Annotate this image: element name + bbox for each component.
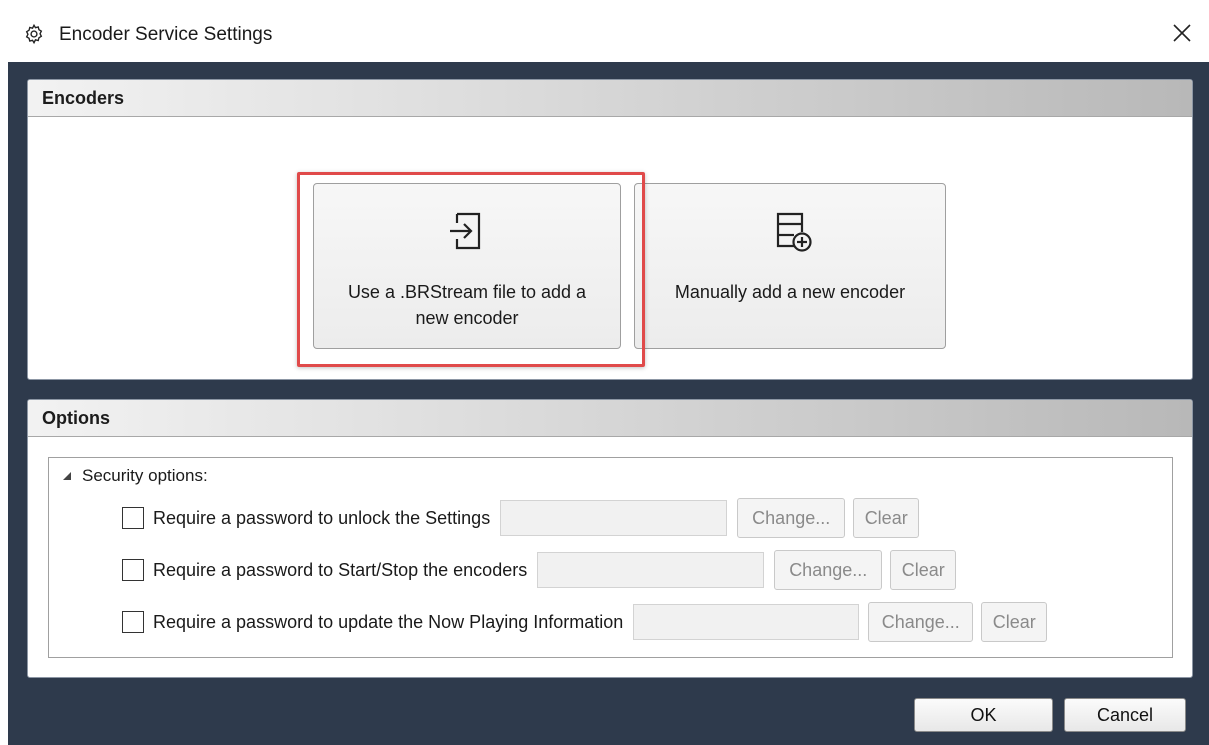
now-playing-clear-button[interactable]: Clear xyxy=(981,602,1048,642)
start-stop-checkbox[interactable] xyxy=(122,559,144,581)
option-row-now-playing: Require a password to update the Now Pla… xyxy=(122,602,1048,642)
ok-button[interactable]: OK xyxy=(914,698,1053,732)
start-stop-clear-button[interactable]: Clear xyxy=(890,550,957,590)
close-button[interactable] xyxy=(1160,13,1204,53)
options-panel: Options Security options: Require a pass… xyxy=(27,399,1193,678)
options-header: Options xyxy=(28,400,1192,437)
title-bar: Encoder Service Settings xyxy=(0,0,1209,62)
now-playing-label: Require a password to update the Now Pla… xyxy=(153,611,624,632)
option-row-start-stop: Require a password to Start/Stop the enc… xyxy=(122,550,957,590)
add-database-icon xyxy=(772,208,812,254)
manual-add-label: Manually add a new encoder xyxy=(674,282,906,302)
dialog-body: Encoders Use a .BRStream file to add a n… xyxy=(8,62,1209,745)
now-playing-change-button[interactable]: Change... xyxy=(868,602,974,642)
security-options-node[interactable]: Security options: xyxy=(62,464,208,488)
now-playing-checkbox[interactable] xyxy=(122,611,144,633)
cancel-button[interactable]: Cancel xyxy=(1064,698,1186,732)
security-options-label: Security options: xyxy=(82,466,208,485)
unlock-settings-label: Require a password to unlock the Setting… xyxy=(153,507,491,528)
unlock-settings-change-button[interactable]: Change... xyxy=(737,498,846,538)
start-stop-label: Require a password to Start/Stop the enc… xyxy=(153,559,528,580)
gear-icon xyxy=(23,23,45,45)
close-icon xyxy=(1173,24,1191,42)
manual-add-button[interactable]: Manually add a new encoder xyxy=(634,183,946,349)
import-icon xyxy=(447,208,487,254)
unlock-settings-clear-button[interactable]: Clear xyxy=(853,498,920,538)
brstream-file-button[interactable]: Use a .BRStream file to add a new encode… xyxy=(313,183,621,349)
options-tree: Security options: Require a password to … xyxy=(48,457,1173,658)
option-row-unlock-settings: Require a password to unlock the Setting… xyxy=(122,498,920,538)
encoders-panel: Encoders Use a .BRStream file to add a n… xyxy=(27,79,1193,380)
brstream-file-label: Use a .BRStream file to add a new encode… xyxy=(347,282,587,328)
collapse-triangle-icon[interactable] xyxy=(62,471,72,481)
start-stop-password-field[interactable] xyxy=(537,552,765,588)
encoders-header: Encoders xyxy=(28,80,1192,117)
start-stop-change-button[interactable]: Change... xyxy=(774,550,883,590)
unlock-settings-checkbox[interactable] xyxy=(122,507,144,529)
unlock-settings-password-field[interactable] xyxy=(500,500,728,536)
window-title: Encoder Service Settings xyxy=(59,24,273,45)
now-playing-password-field[interactable] xyxy=(633,604,860,640)
